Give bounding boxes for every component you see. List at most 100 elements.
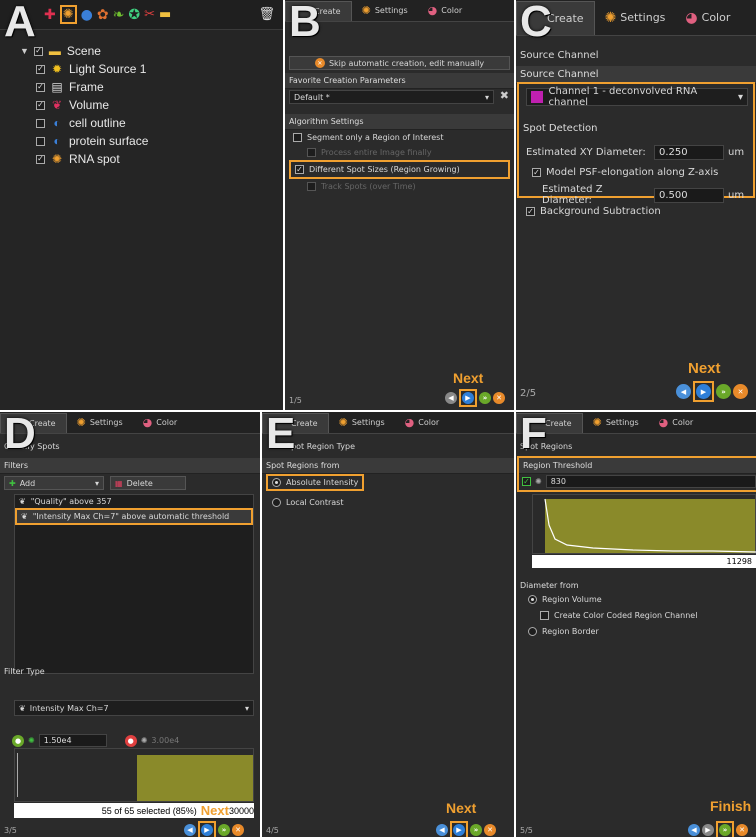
reference-frame-icon[interactable]: ✪: [128, 7, 140, 23]
list-item[interactable]: ❦ "Quality" above 357: [15, 495, 253, 508]
tree-item[interactable]: ◐ cell outline: [36, 114, 148, 132]
tab-color[interactable]: ◕ Color: [418, 1, 473, 21]
volume-tool-icon[interactable]: ✚: [44, 7, 56, 23]
checkbox[interactable]: [540, 611, 549, 620]
checkbox[interactable]: [293, 133, 302, 142]
xy-diameter-input[interactable]: 0.250: [654, 145, 724, 160]
channel-dropdown[interactable]: Channel 1 - deconvolved RNA channel ▾: [526, 86, 748, 108]
tree-item[interactable]: ✓ ❦ Volume: [36, 96, 148, 114]
panel-letter-e: E: [266, 412, 296, 458]
next-button[interactable]: ▶: [696, 384, 711, 399]
back-button[interactable]: ◀: [688, 824, 700, 836]
back-button[interactable]: ◀: [184, 824, 196, 836]
tree-item[interactable]: ◐ protein surface: [36, 132, 148, 150]
skip-button[interactable]: ✕ Skip automatic creation, edit manually: [289, 56, 510, 70]
radio[interactable]: [528, 627, 537, 636]
psf-checkbox-row[interactable]: ✓ Model PSF-elongation along Z-axis: [526, 164, 724, 181]
list-item-selected[interactable]: ❦ "Intensity Max Ch=7" above automatic t…: [15, 508, 253, 525]
tree-item[interactable]: ✓ ✺ RNA spot: [36, 150, 148, 168]
bg-subtraction-row[interactable]: ✓ Background Subtraction: [520, 203, 667, 220]
checkbox[interactable]: ✓: [295, 165, 304, 174]
add-button[interactable]: ✚ Add ▾: [4, 476, 104, 490]
back-button[interactable]: ◀: [436, 824, 448, 836]
region-volume-option[interactable]: Region Volume: [522, 592, 608, 607]
color-coded-option[interactable]: Create Color Coded Region Channel: [534, 608, 703, 623]
next-button[interactable]: ▶: [201, 824, 213, 836]
radio[interactable]: [528, 595, 537, 604]
checkbox[interactable]: ✓: [36, 64, 45, 74]
histogram[interactable]: [14, 748, 254, 802]
dropdown-arrow-icon: ▾: [244, 703, 249, 713]
cancel-button[interactable]: ✕: [493, 392, 505, 404]
region-border-option[interactable]: Region Border: [522, 624, 605, 639]
upper-threshold-toggle-icon[interactable]: ●: [124, 734, 137, 747]
checkbox[interactable]: [36, 118, 45, 128]
histogram[interactable]: [532, 494, 756, 554]
filter-type-header: Filter Type: [4, 667, 45, 676]
cancel-button[interactable]: ✕: [733, 384, 748, 399]
threshold-input[interactable]: 830: [545, 475, 756, 488]
cancel-button[interactable]: ✕: [736, 824, 748, 836]
tab-settings[interactable]: ✺ Settings: [329, 413, 395, 433]
next-label: Next: [688, 360, 721, 377]
tab-settings[interactable]: ✺ Settings: [583, 413, 649, 433]
local-contrast-option[interactable]: Local Contrast: [268, 496, 347, 509]
tree-item-scene[interactable]: ▼ ✓ ▬ Scene: [20, 42, 148, 60]
tab-settings[interactable]: ✺ Settings: [67, 413, 133, 433]
clipping-tool-icon[interactable]: ✂: [144, 7, 155, 22]
cancel-button[interactable]: ✕: [232, 824, 244, 836]
next-button[interactable]: ▶: [702, 824, 714, 836]
lower-threshold-toggle-icon[interactable]: ●: [12, 734, 24, 747]
filter-type-dropdown[interactable]: ❦ Intensity Max Ch=7 ▾: [14, 700, 254, 716]
cancel-button[interactable]: ✕: [484, 824, 496, 836]
checkbox[interactable]: [36, 136, 45, 146]
tab-color[interactable]: ◕ Color: [395, 413, 450, 433]
next-button[interactable]: ▶: [453, 824, 465, 836]
radio[interactable]: [272, 478, 281, 487]
tree-item[interactable]: ✓ ▤ Frame: [36, 78, 148, 96]
spots-tool-icon[interactable]: ✺: [59, 5, 77, 24]
algorithm-option[interactable]: ✓ Different Spot Sizes (Region Growing): [289, 160, 510, 179]
filament-tool-icon[interactable]: ❧: [113, 7, 125, 23]
checkbox[interactable]: ✓: [33, 46, 43, 56]
absolute-intensity-option[interactable]: Absolute Intensity: [266, 474, 365, 491]
tab-settings[interactable]: ✺ Settings: [595, 8, 676, 28]
threshold-checkbox[interactable]: ✓: [522, 477, 531, 486]
finish-button[interactable]: »: [218, 824, 230, 836]
checkbox[interactable]: ✓: [532, 168, 541, 177]
checkbox[interactable]: ✓: [526, 207, 535, 216]
next-button[interactable]: ▶: [462, 392, 474, 404]
folder-icon[interactable]: ▬: [159, 7, 171, 22]
finish-button[interactable]: »: [470, 824, 482, 836]
tools-icon[interactable]: ✖: [500, 89, 509, 102]
radio[interactable]: [272, 498, 281, 507]
tab-settings[interactable]: ✺ Settings: [352, 1, 418, 21]
checkbox[interactable]: ✓: [36, 154, 45, 164]
lower-threshold-icon: ✺: [28, 736, 35, 745]
upper-threshold-icon: ✺: [140, 736, 148, 745]
z-diameter-input[interactable]: 0.500: [654, 187, 724, 203]
trash-icon[interactable]: 🗑: [258, 7, 275, 22]
delete-button[interactable]: ▦ Delete: [110, 476, 186, 490]
back-button[interactable]: ◀: [445, 392, 457, 404]
tab-color[interactable]: ◕ Color: [649, 413, 704, 433]
surface-tool-icon[interactable]: ●: [81, 7, 93, 23]
checkbox[interactable]: ✓: [36, 100, 45, 110]
finish-button[interactable]: »: [719, 824, 731, 836]
finish-button[interactable]: »: [716, 384, 731, 399]
tree-item[interactable]: ✓ ✹ Light Source 1: [36, 60, 148, 78]
tab-color[interactable]: ◕ Color: [675, 8, 740, 28]
expand-arrow-icon[interactable]: ▼: [20, 46, 29, 56]
tab-bar: Create ✺ Settings ◕ Color: [0, 412, 260, 434]
checkbox[interactable]: ✓: [36, 82, 45, 92]
threshold-row: ✓ ✺ 830: [522, 475, 756, 488]
cells-tool-icon[interactable]: ✿: [97, 7, 109, 23]
back-button[interactable]: ◀: [676, 384, 691, 399]
page-number: 5/5: [520, 826, 533, 835]
algorithm-option[interactable]: Segment only a Region of Interest: [289, 130, 510, 145]
lower-threshold-input[interactable]: 1.50e4: [38, 734, 107, 747]
fav-dropdown[interactable]: Default * ▾: [289, 90, 494, 104]
tab-color[interactable]: ◕ Color: [133, 413, 188, 433]
region-type-header: Spot Region Type: [286, 442, 356, 451]
finish-button[interactable]: »: [479, 392, 491, 404]
